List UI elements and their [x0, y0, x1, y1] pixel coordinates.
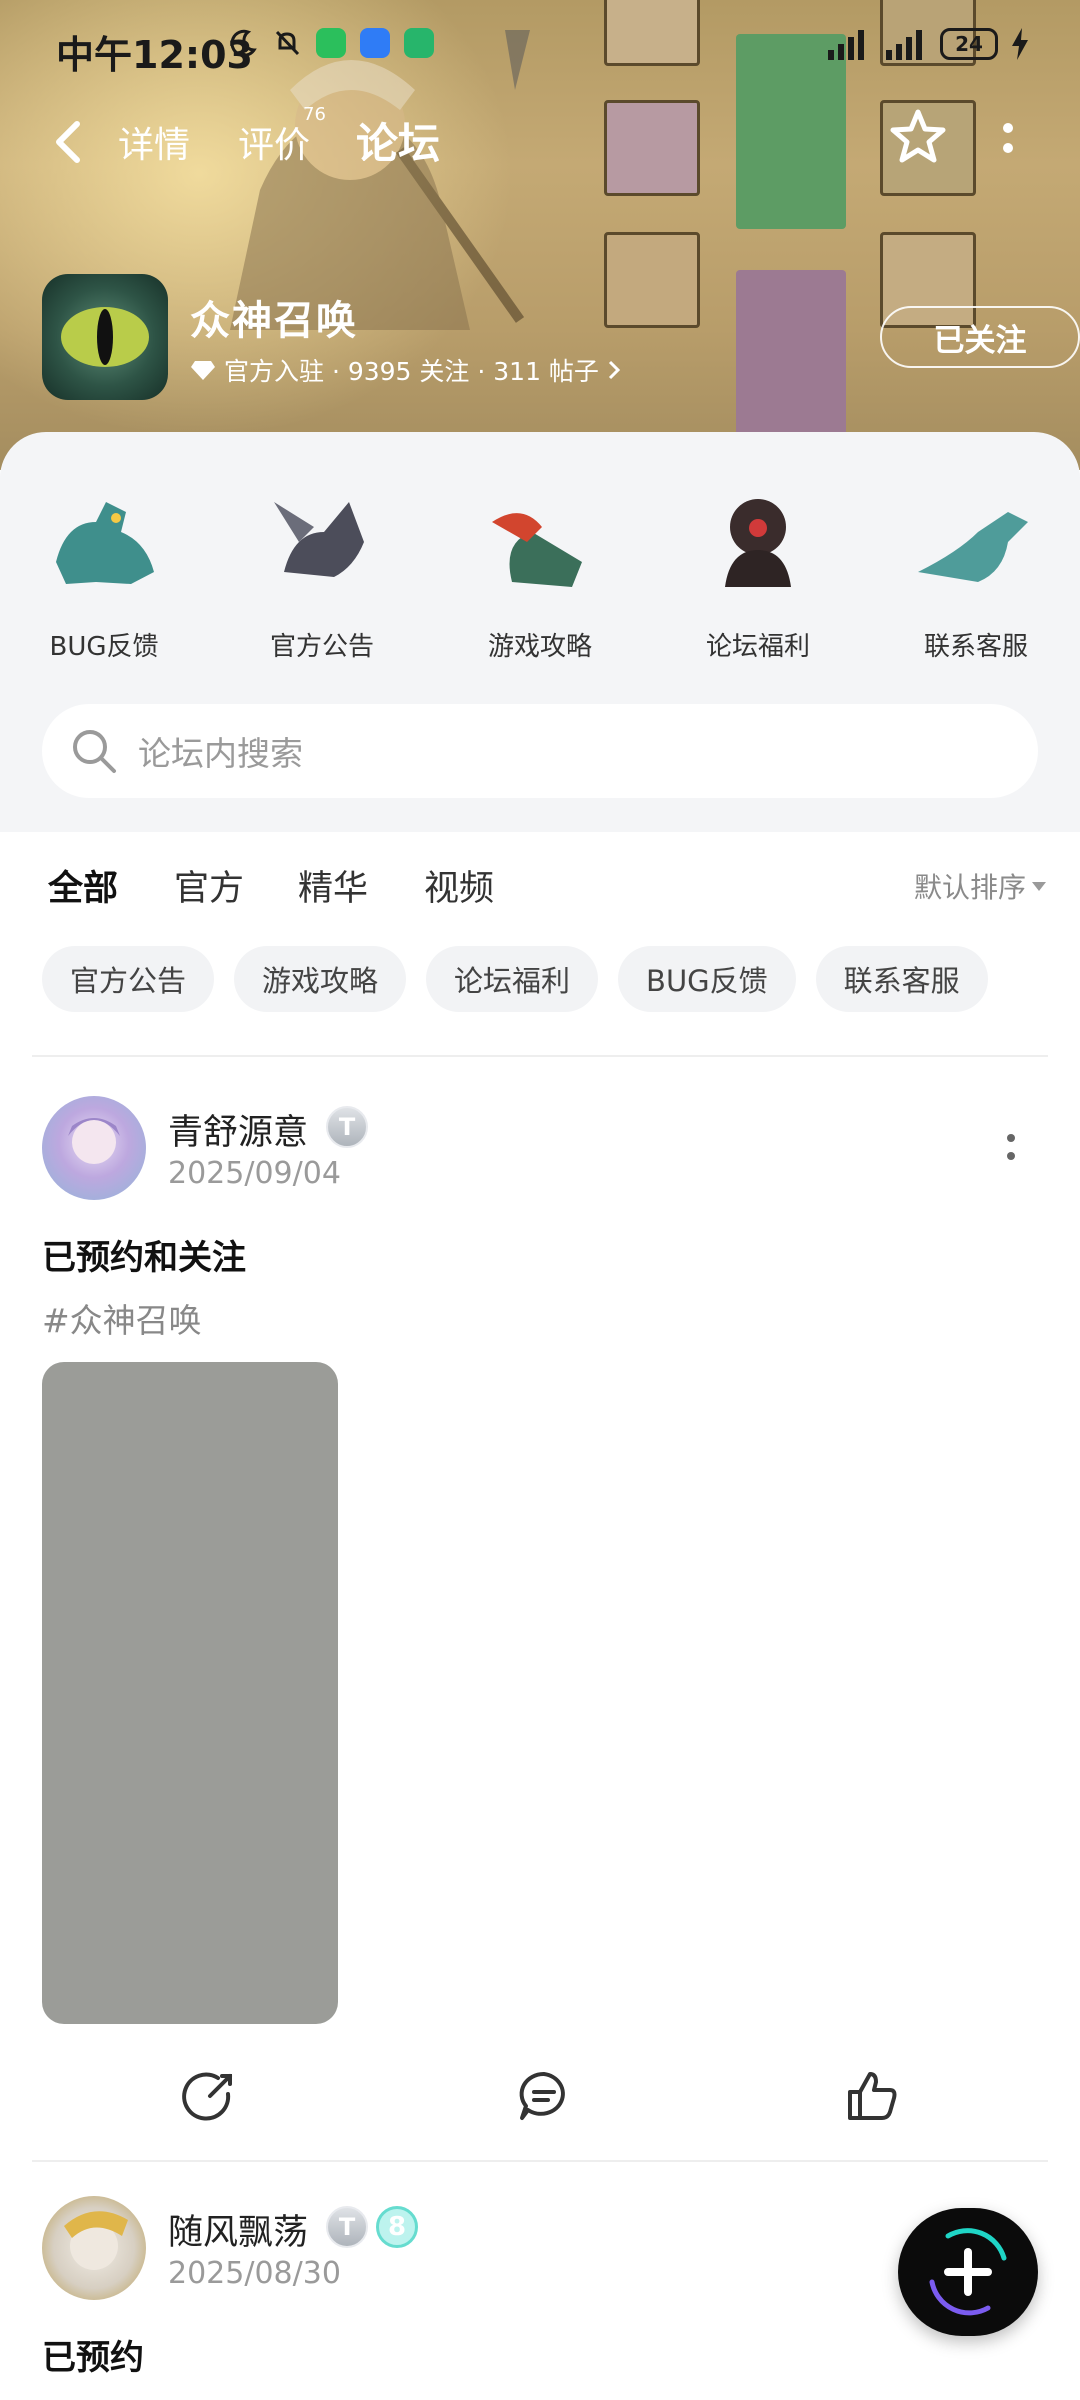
filter-tabs: 全部 官方 精华 视频 默认排序	[0, 832, 1080, 932]
tab-featured[interactable]: 精华	[298, 860, 368, 911]
category-bug-feedback[interactable]: BUG反馈	[4, 472, 204, 663]
create-post-button[interactable]	[898, 2208, 1038, 2336]
chip-official-notice[interactable]: 官方公告	[42, 946, 215, 1012]
nav-bar: 详情 评价 76 论坛	[0, 100, 1080, 200]
chip-bug-feedback[interactable]: BUG反馈	[618, 946, 796, 1012]
favorite-star-icon[interactable]	[886, 106, 950, 170]
follow-button[interactable]: 已关注	[880, 306, 1080, 368]
dragon-teal-icon	[918, 512, 1028, 582]
tab-forum[interactable]: 论坛	[356, 110, 440, 175]
avatar[interactable]	[42, 1096, 146, 1200]
game-info: 众神召唤 官方入驻 · 9395 关注 · 311 帖子 已关注	[42, 274, 1080, 404]
status-bar: 中午12:03 24	[0, 0, 1080, 100]
forum-panel: BUG反馈 官方公告 游戏攻略 论坛福利 联系客服 论坛内搜索	[0, 432, 1080, 832]
category-label: 论坛福利	[705, 632, 810, 662]
tab-official[interactable]: 官方	[174, 860, 244, 911]
armored-demon-icon	[725, 499, 791, 587]
category-label: 联系客服	[923, 632, 1028, 662]
topic-chips: 官方公告 游戏攻略 论坛福利 BUG反馈 联系客服	[42, 946, 988, 1012]
chip-forum-welfare[interactable]: 论坛福利	[426, 946, 599, 1012]
category-game-guide[interactable]: 游戏攻略	[440, 472, 640, 663]
tab-details[interactable]: 详情	[118, 116, 190, 168]
post-card[interactable]: 青舒源意 T 2025/09/04 已预约和关注 #众神召唤	[0, 1090, 1080, 2160]
game-title: 众神召唤	[190, 298, 358, 344]
review-count-badge: 76	[303, 104, 326, 125]
post-more-button[interactable]	[1004, 1134, 1018, 1160]
divider	[32, 1055, 1048, 1057]
post-title: 已预约	[42, 2338, 144, 2378]
back-button[interactable]	[40, 114, 96, 170]
post-tag[interactable]: #众神召唤	[42, 1294, 202, 1342]
share-icon[interactable]	[178, 2066, 238, 2126]
moon-icon	[230, 29, 257, 57]
user-name[interactable]: 随风飘荡	[168, 2204, 308, 2255]
category-customer-service[interactable]: 联系客服	[876, 472, 1076, 663]
category-official-notice[interactable]: 官方公告	[222, 472, 422, 663]
category-label: 官方公告	[269, 632, 374, 662]
tab-reviews[interactable]: 评价	[238, 116, 310, 168]
sort-dropdown[interactable]: 默认排序	[914, 866, 1046, 906]
search-placeholder: 论坛内搜索	[138, 734, 303, 773]
category-label: BUG反馈	[49, 632, 159, 662]
search-icon	[73, 730, 116, 773]
plus-icon	[929, 2228, 1007, 2316]
status-time: 中午12:03	[56, 33, 253, 77]
post-title: 已预约和关注	[42, 1238, 246, 1278]
like-icon[interactable]	[842, 2066, 902, 2126]
post-date: 2025/08/30	[168, 2256, 341, 2291]
chip-game-guide[interactable]: 游戏攻略	[234, 946, 407, 1012]
category-label: 游戏攻略	[487, 632, 592, 662]
dragon-teal-icon	[56, 502, 154, 584]
divider	[32, 2160, 1048, 2162]
tab-video[interactable]: 视频	[424, 860, 494, 911]
wechat-icon	[316, 28, 346, 58]
dragon-winged-icon	[274, 502, 364, 577]
signal-icon	[886, 30, 922, 60]
upload-app-icon	[404, 28, 434, 58]
user-level-badge: T	[326, 2206, 368, 2248]
post-actions	[0, 2066, 1080, 2146]
anime-avatar-icon	[64, 2211, 128, 2270]
game-icon	[42, 274, 168, 400]
shield-app-icon	[360, 28, 390, 58]
dragon-eye-icon	[61, 307, 149, 367]
search-input[interactable]: 论坛内搜索	[42, 704, 1038, 798]
dragon-red-head-icon	[492, 513, 582, 587]
user-rank-badge: 8	[376, 2206, 418, 2248]
game-meta[interactable]: 官方入驻 · 9395 关注 · 311 帖子	[190, 352, 621, 388]
tab-all[interactable]: 全部	[48, 860, 118, 915]
bell-muted-icon	[275, 30, 300, 56]
anime-avatar-icon	[68, 1118, 120, 1164]
sort-label: 默认排序	[913, 871, 1026, 904]
battery-indicator: 24	[940, 28, 998, 60]
category-forum-welfare[interactable]: 论坛福利	[658, 472, 858, 663]
post-image[interactable]	[42, 1362, 338, 2024]
avatar[interactable]	[42, 2196, 146, 2300]
header-banner: 中午12:03 24 详情 评价 76 论坛 众神召唤 官方入驻 · 9395 …	[0, 0, 1080, 470]
charging-icon	[1012, 28, 1028, 60]
game-meta-text: 官方入驻 · 9395 关注 · 311 帖子	[224, 357, 599, 386]
caret-down-icon	[1032, 881, 1046, 891]
more-menu-button[interactable]	[988, 110, 1028, 166]
post-date: 2025/09/04	[168, 1156, 341, 1191]
chip-customer-service[interactable]: 联系客服	[815, 946, 988, 1012]
comment-icon[interactable]	[514, 2066, 574, 2126]
chevron-left-icon	[56, 121, 80, 163]
diamond-icon	[191, 361, 215, 380]
signal-icon	[828, 30, 864, 60]
chevron-right-icon	[608, 360, 621, 380]
user-level-badge: T	[326, 1106, 368, 1148]
user-name[interactable]: 青舒源意	[168, 1104, 308, 1155]
